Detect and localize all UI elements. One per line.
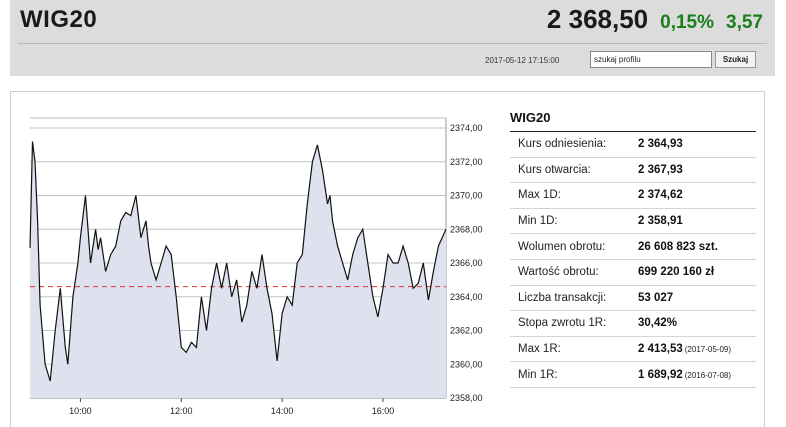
y-tick-label: 2360,00 bbox=[450, 359, 483, 369]
stat-value: 699 220 160 zł bbox=[638, 266, 714, 278]
change-percent: 0,15% bbox=[660, 12, 715, 33]
stat-label: Kurs odniesienia: bbox=[518, 138, 607, 151]
stat-label: Min 1R: bbox=[518, 368, 558, 381]
search-profile-input[interactable] bbox=[590, 51, 712, 68]
stat-value: 53 027 bbox=[638, 292, 673, 304]
stat-value: 2 367,93 bbox=[638, 164, 683, 176]
stat-row: Min 1D: 2 358,91 bbox=[510, 209, 756, 235]
stat-label: Stopa zwrotu 1R: bbox=[518, 317, 607, 330]
stat-row: Wartość obrotu: 699 220 160 zł bbox=[510, 260, 756, 286]
stats-rows: Kurs odniesienia: 2 364,93 Kurs otwarcia: 2… bbox=[510, 132, 756, 388]
stat-value: 2 358,91 bbox=[638, 215, 683, 227]
x-tick-label: 12:00 bbox=[170, 406, 193, 416]
stat-value: 2 374,62 bbox=[638, 189, 683, 201]
y-tick-label: 2364,00 bbox=[450, 292, 483, 302]
x-axis-ticks: 10:00 12:00 14:00 16:00 bbox=[69, 406, 394, 416]
quote-summary: 2 368,50 0,15% 3,57 bbox=[547, 4, 763, 35]
stat-label: Max 1D: bbox=[518, 189, 561, 202]
x-tick-label: 10:00 bbox=[69, 406, 92, 416]
current-price: 2 368,50 bbox=[546, 4, 649, 34]
x-tick-label: 16:00 bbox=[372, 406, 395, 416]
x-tick-label: 14:00 bbox=[271, 406, 294, 416]
stat-row: Max 1D: 2 374,62 bbox=[510, 183, 756, 209]
stat-label: Max 1R: bbox=[518, 343, 561, 356]
stat-row: Kurs otwarcia: 2 367,93 bbox=[510, 158, 756, 184]
stat-row: Max 1R: 2 413,53 (2017-05-09) bbox=[510, 337, 756, 363]
stat-value: 1 689,92 (2016-07-08) bbox=[638, 369, 731, 381]
stat-value-text: 53 027 bbox=[638, 291, 674, 304]
y-tick-label: 2372,00 bbox=[450, 157, 483, 167]
stat-value-text: 30,42% bbox=[638, 317, 678, 330]
price-area-fill bbox=[30, 141, 446, 398]
stat-label: Wartość obrotu: bbox=[518, 266, 599, 279]
stat-value-text: 2 413,53 bbox=[638, 343, 683, 356]
stat-row: Wolumen obrotu: 26 608 823 szt. bbox=[510, 234, 756, 260]
stat-date: (2016-07-08) bbox=[684, 370, 732, 380]
stat-date: (2017-05-09) bbox=[684, 345, 732, 355]
stat-value-text: 2 364,93 bbox=[638, 138, 683, 151]
stat-row: Liczba transakcji: 53 027 bbox=[510, 286, 756, 312]
intraday-price-chart: 2358,00 2360,00 2362,00 2364,00 2366,00 2368,… bbox=[29, 117, 483, 416]
stat-value: 2 413,53 (2017-05-09) bbox=[638, 343, 731, 355]
stat-value: 2 364,93 bbox=[638, 138, 683, 150]
stats-table: WIG20 Kurs odniesienia: 2 364,93 Kurs otwa… bbox=[510, 110, 756, 388]
stat-label: Min 1D: bbox=[518, 215, 558, 228]
y-tick-label: 2368,00 bbox=[450, 224, 483, 234]
y-tick-label: 2358,00 bbox=[450, 393, 483, 403]
stat-value-text: 26 608 823 szt. bbox=[638, 240, 718, 253]
y-tick-label: 2374,00 bbox=[450, 123, 483, 133]
change-absolute: 3,57 bbox=[726, 12, 763, 33]
stat-row: Stopa zwrotu 1R: 30,42% bbox=[510, 311, 756, 337]
stats-title: WIG20 bbox=[510, 110, 756, 132]
stat-value: 30,42% bbox=[638, 317, 677, 329]
stat-value-text: 2 358,91 bbox=[638, 215, 683, 228]
stat-row: Min 1R: 1 689,92 (2016-07-08) bbox=[510, 362, 756, 388]
stat-value-text: 1 689,92 bbox=[638, 368, 683, 381]
stat-label: Liczba transakcji: bbox=[518, 291, 607, 304]
stat-value-text: 699 220 160 zł bbox=[638, 266, 715, 279]
y-tick-label: 2362,00 bbox=[450, 326, 483, 336]
stat-value-text: 2 374,62 bbox=[638, 189, 683, 202]
stat-value: 26 608 823 szt. bbox=[638, 241, 718, 253]
y-axis-ticks: 2358,00 2360,00 2362,00 2364,00 2366,00 2368,… bbox=[450, 123, 483, 403]
search-button[interactable]: Szukaj bbox=[715, 51, 756, 68]
stat-label: Wolumen obrotu: bbox=[518, 240, 606, 253]
y-tick-label: 2366,00 bbox=[450, 258, 483, 268]
stat-row: Kurs odniesienia: 2 364,93 bbox=[510, 132, 756, 158]
stat-label: Kurs otwarcia: bbox=[518, 163, 591, 176]
stat-value-text: 2 367,93 bbox=[638, 163, 683, 176]
y-tick-label: 2370,00 bbox=[450, 191, 483, 201]
